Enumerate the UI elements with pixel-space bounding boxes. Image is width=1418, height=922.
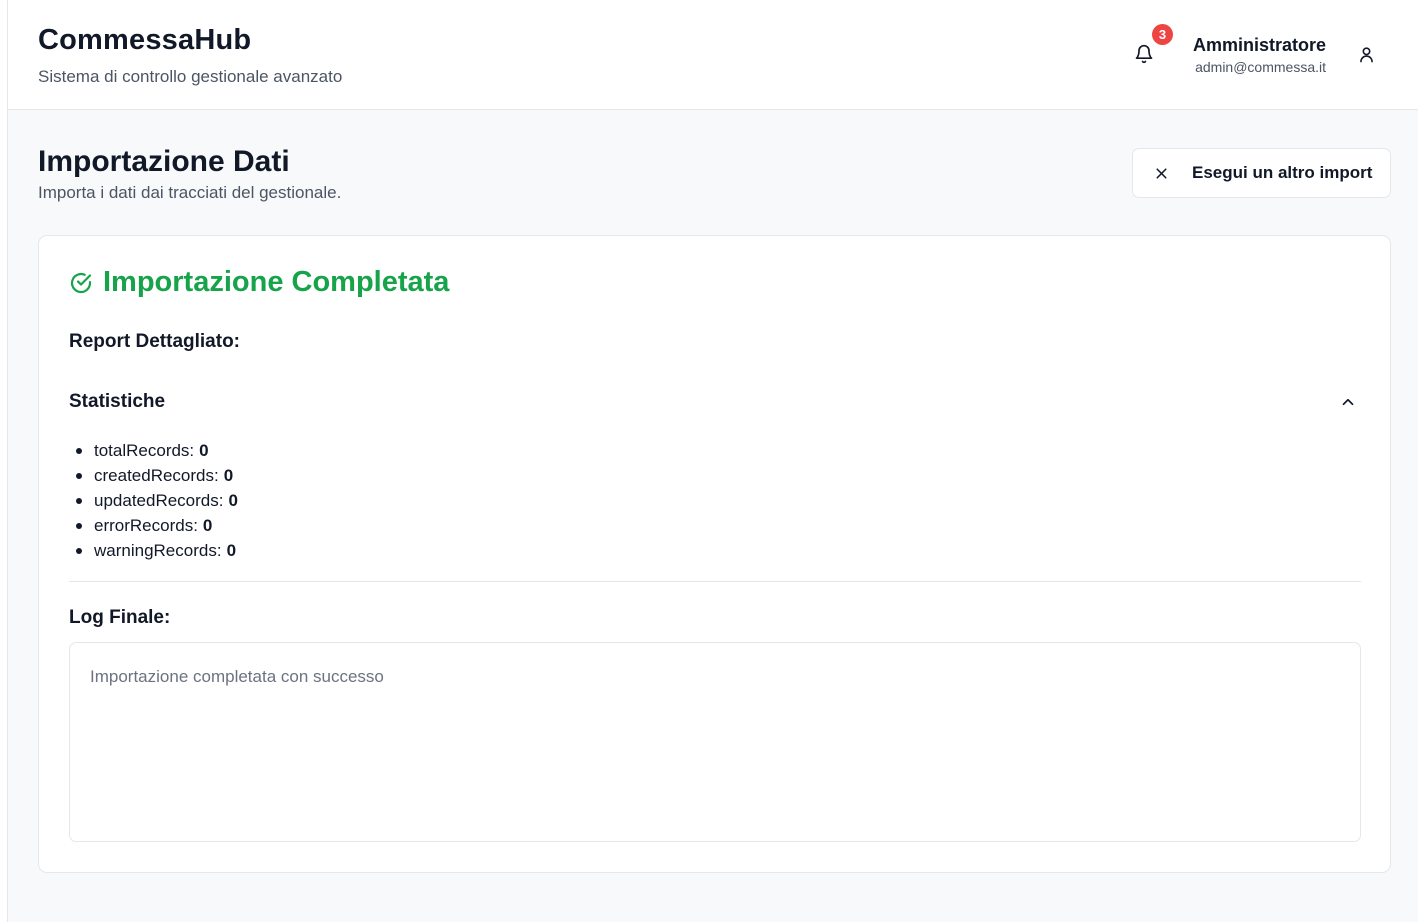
stat-label: updatedRecords: <box>94 490 224 510</box>
top-header: CommessaHub Sistema di controllo gestion… <box>8 0 1418 110</box>
user-name: Amministratore <box>1192 35 1326 55</box>
stat-label: createdRecords: <box>94 465 219 485</box>
bell-icon <box>1135 44 1153 64</box>
app-title: CommessaHub <box>38 24 252 56</box>
stat-value: 0 <box>226 540 237 560</box>
app-subtitle: Sistema di controllo gestionale avanzato <box>38 67 343 86</box>
import-result-card: Importazione Completata Report Dettaglia… <box>38 235 1391 873</box>
sidebar-rail <box>0 0 8 922</box>
run-another-import-label: Esegui un altro import <box>1192 163 1373 182</box>
final-log-textarea[interactable]: Importazione completata con successo <box>69 642 1361 842</box>
run-another-import-button[interactable]: Esegui un altro import <box>1132 148 1391 198</box>
close-icon <box>1156 167 1167 179</box>
statistics-heading: Statistiche <box>69 391 166 412</box>
notifications-button[interactable] <box>1130 40 1158 68</box>
divider <box>69 581 1361 582</box>
stat-label: totalRecords: <box>94 440 195 460</box>
user-email: admin@commessa.it <box>1195 59 1326 75</box>
report-heading: Report Dettagliato: <box>69 331 240 352</box>
stat-value: 0 <box>223 465 234 485</box>
bullet <box>76 497 82 504</box>
stat-label: warningRecords: <box>94 540 222 560</box>
list-item: errorRecords: 0 <box>69 513 238 538</box>
list-item: createdRecords: 0 <box>69 463 238 488</box>
list-item: totalRecords: 0 <box>69 438 238 463</box>
bullet <box>76 522 82 529</box>
bullet <box>76 547 82 554</box>
final-log-heading: Log Finale: <box>69 607 171 628</box>
page-subtitle: Importa i dati dai tracciati del gestion… <box>38 183 342 202</box>
statistics-accordion-toggle[interactable]: Statistiche <box>69 386 1361 418</box>
import-status-text: Importazione Completata <box>103 266 450 298</box>
page-title: Importazione Dati <box>38 145 290 178</box>
check-circle-icon <box>70 272 92 293</box>
notification-count-badge: 3 <box>1152 24 1173 45</box>
list-item: updatedRecords: 0 <box>69 488 238 513</box>
bullet <box>76 472 82 479</box>
stat-value: 0 <box>202 515 213 535</box>
bullet <box>76 447 82 454</box>
import-status-title: Importazione Completata <box>69 266 449 299</box>
stat-value: 0 <box>199 440 209 460</box>
list-item: warningRecords: 0 <box>69 538 238 563</box>
statistics-list: totalRecords: 0 createdRecords: 0 updatedR… <box>69 438 238 563</box>
stat-label: errorRecords: <box>94 515 198 535</box>
stat-value: 0 <box>228 490 238 510</box>
user-menu-button[interactable] <box>1353 41 1379 67</box>
chevron-up-icon <box>1342 398 1354 406</box>
user-icon <box>1359 46 1373 62</box>
